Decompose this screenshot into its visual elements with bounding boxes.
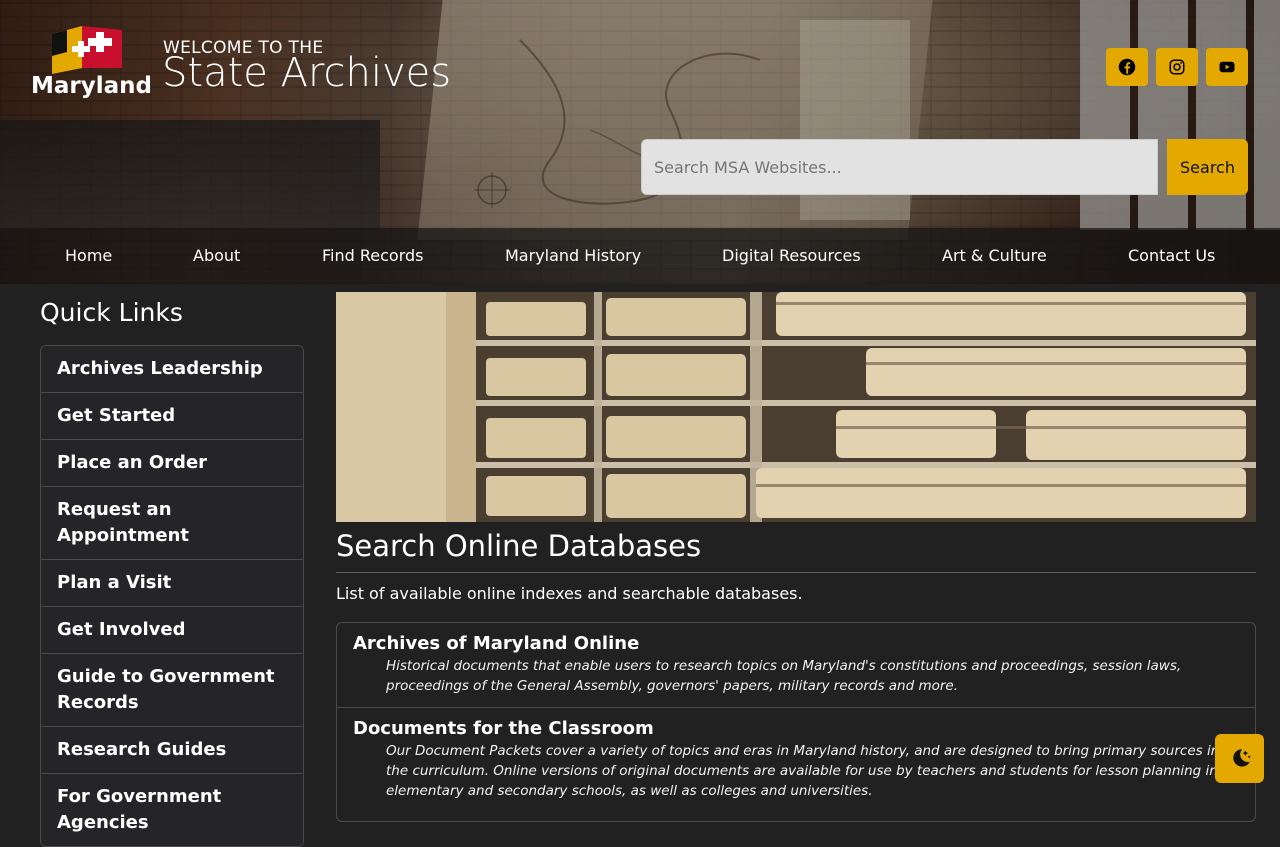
title-divider (336, 572, 1256, 573)
quick-link-get-started[interactable]: Get Started (41, 392, 303, 439)
quick-link-archives-leadership[interactable]: Archives Leadership (41, 346, 303, 392)
database-description: Historical documents that enable users t… (386, 658, 1182, 694)
nav-contact-us[interactable]: Contact Us (1128, 246, 1215, 265)
list-item[interactable]: Archives of Maryland Online Historical d… (337, 623, 1255, 707)
quick-link-request-appointment[interactable]: Request an Appointment (41, 486, 303, 559)
page-title: Search Online Databases (336, 529, 702, 563)
nav-about[interactable]: About (193, 246, 240, 265)
nav-art-culture[interactable]: Art & Culture (942, 246, 1047, 265)
search-input[interactable] (641, 139, 1158, 195)
nav-home[interactable]: Home (65, 246, 112, 265)
nav-find-records[interactable]: Find Records (322, 246, 423, 265)
page-description: List of available online indexes and sea… (336, 584, 803, 603)
database-list: Archives of Maryland Online Historical d… (336, 622, 1256, 822)
nav-digital-resources[interactable]: Digital Resources (722, 246, 861, 265)
database-name[interactable]: Archives of Maryland Online (353, 632, 1239, 656)
youtube-icon (1219, 61, 1235, 73)
quick-links-list: Archives Leadership Get Started Place an… (40, 345, 304, 847)
quick-link-research-guides[interactable]: Research Guides (41, 726, 303, 773)
logo-text[interactable]: Maryland (31, 73, 152, 99)
main-nav: Home About Find Records Maryland History… (0, 228, 1280, 284)
database-description: Our Document Packets cover a variety of … (386, 743, 1233, 799)
archive-shelves-illustration (336, 292, 1256, 522)
database-name[interactable]: Documents for the Classroom (353, 717, 1239, 741)
search-button[interactable]: Search (1167, 139, 1248, 195)
theme-toggle-button[interactable] (1215, 734, 1264, 783)
archive-shelves-image (336, 292, 1256, 522)
nav-maryland-history[interactable]: Maryland History (505, 246, 641, 265)
site-title[interactable]: State Archives (162, 50, 451, 96)
quick-link-plan-visit[interactable]: Plan a Visit (41, 559, 303, 606)
youtube-link[interactable] (1206, 48, 1248, 86)
quick-link-government-agencies[interactable]: For Government Agencies (41, 773, 303, 846)
quick-link-place-order[interactable]: Place an Order (41, 439, 303, 486)
facebook-link[interactable] (1106, 48, 1148, 86)
instagram-link[interactable] (1156, 48, 1198, 86)
list-item[interactable]: Documents for the Classroom Our Document… (337, 707, 1255, 812)
quick-link-guide-government-records[interactable]: Guide to Government Records (41, 653, 303, 726)
facebook-icon (1118, 58, 1136, 76)
instagram-icon (1169, 59, 1185, 75)
quick-links-title: Quick Links (40, 298, 183, 327)
moon-stars-icon (1232, 748, 1251, 767)
quick-link-get-involved[interactable]: Get Involved (41, 606, 303, 653)
